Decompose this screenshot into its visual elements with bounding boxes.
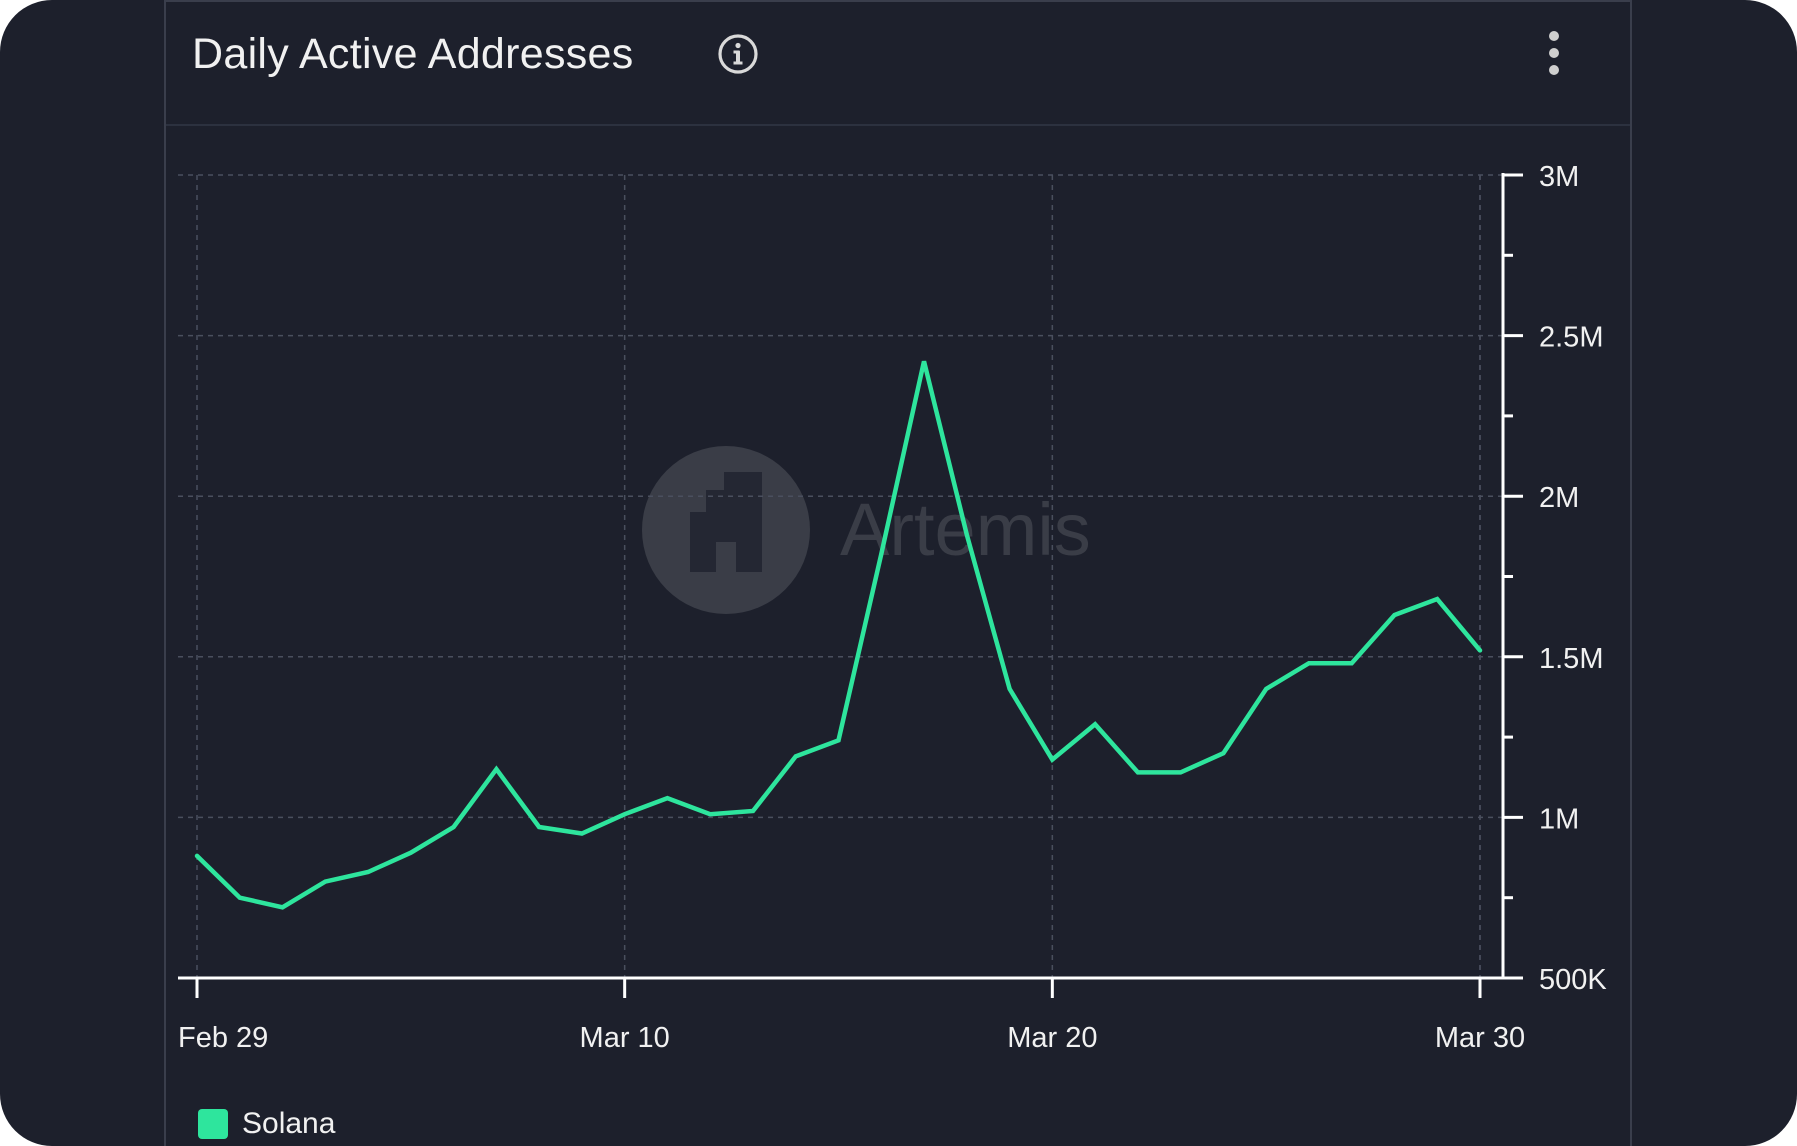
y-tick-label: 2M [1539, 482, 1579, 514]
y-tick-label: 1.5M [1539, 643, 1603, 675]
line-chart: Artemis Feb 29 Mar 10 Mar 20 Mar 30 500K 1M 1… [178, 161, 1607, 1054]
y-tick-label: 3M [1539, 161, 1579, 193]
x-tick-label: Mar 20 [1007, 1022, 1097, 1054]
chart-series [194, 360, 1483, 910]
x-tick-labels: Feb 29 Mar 10 Mar 20 Mar 30 [178, 1022, 1525, 1054]
legend-label: Solana [242, 1107, 336, 1140]
y-tick-label: 2.5M [1539, 322, 1603, 354]
series-line-solana [194, 360, 1483, 910]
x-tick-label: Feb 29 [178, 1022, 268, 1054]
chart-card-frame: Daily Active Addresses Artemis Feb 29Ma [0, 0, 1797, 1146]
legend-swatch [198, 1109, 228, 1139]
legend-item-solana[interactable]: Solana [198, 1104, 335, 1144]
y-tick-labels: 500K 1M 1.5M 2M 2.5M 3M [1539, 161, 1607, 996]
x-tick-label: Mar 10 [580, 1022, 670, 1054]
chart-grid [178, 174, 1503, 978]
y-tick-label: 1M [1539, 803, 1579, 835]
watermark: Artemis [642, 446, 1091, 614]
y-tick-label: 500K [1539, 964, 1607, 996]
chart-axes [178, 173, 1523, 998]
x-tick-label: Mar 30 [1435, 1022, 1525, 1054]
